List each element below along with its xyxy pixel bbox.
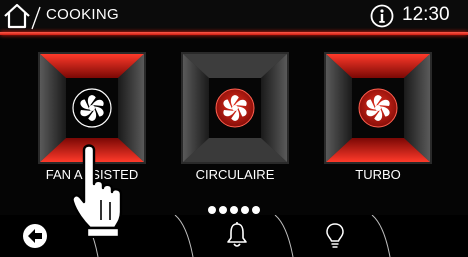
page-dot xyxy=(208,206,216,214)
page-indicator xyxy=(208,206,268,214)
header-divider xyxy=(0,32,468,35)
home-icon[interactable] xyxy=(2,2,32,30)
header-bar: COOKING 12:30 xyxy=(0,0,468,33)
hand-pointer-icon xyxy=(71,144,123,238)
mode-turbo-button[interactable] xyxy=(324,52,432,164)
mode-circulaire-button[interactable] xyxy=(181,52,289,164)
back-arrow-icon[interactable] xyxy=(22,223,48,249)
clock-time: 12:30 xyxy=(402,4,450,25)
page-dot xyxy=(230,206,238,214)
mode-turbo-label: TURBO xyxy=(355,167,401,182)
bell-icon[interactable] xyxy=(225,221,249,249)
breadcrumb-separator xyxy=(31,6,41,30)
mode-circulaire-label: CIRCULAIRE xyxy=(195,167,275,182)
page-title: COOKING xyxy=(46,6,119,23)
page-dot xyxy=(252,206,260,214)
light-bulb-icon[interactable] xyxy=(325,222,345,250)
info-icon[interactable] xyxy=(370,4,394,28)
page-dot xyxy=(219,206,227,214)
page-dot xyxy=(241,206,249,214)
